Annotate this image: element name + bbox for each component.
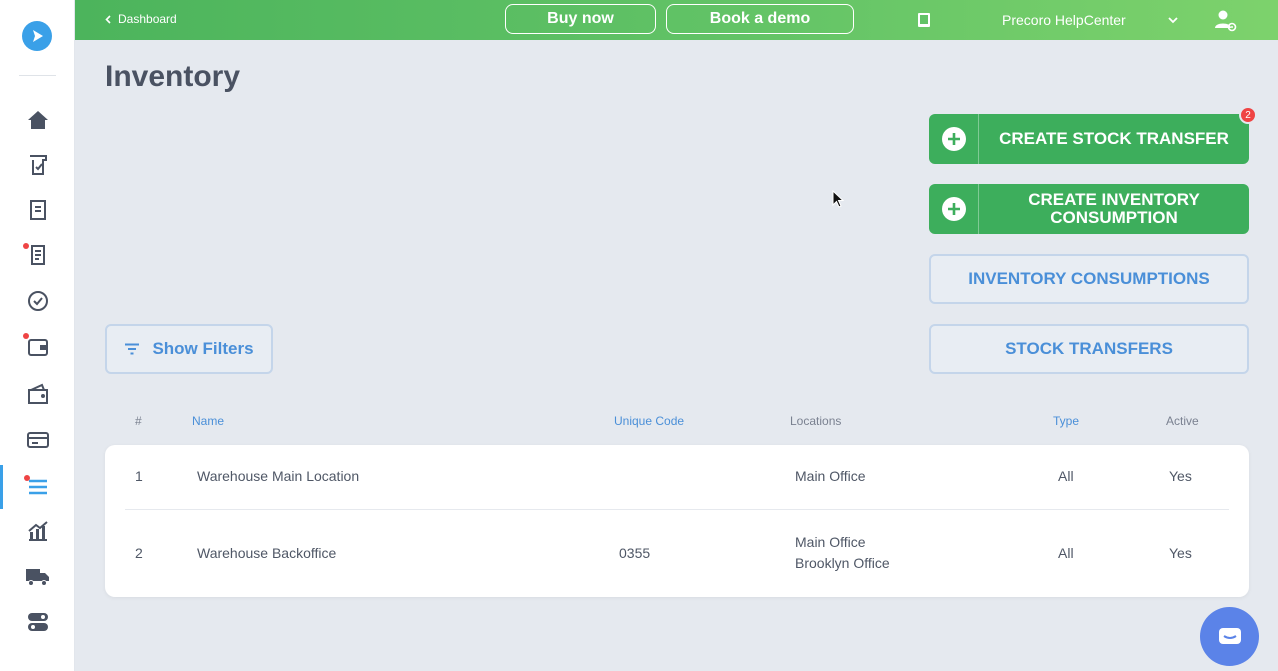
- row-location: Main Office: [795, 468, 866, 484]
- notification-badge: 2: [1239, 106, 1257, 124]
- row-location: Main Office: [795, 534, 866, 550]
- row-number: 1: [135, 468, 143, 484]
- help-center-label: Precoro HelpCenter: [1002, 12, 1126, 28]
- inventory-consumptions-button[interactable]: INVENTORY CONSUMPTIONS: [929, 254, 1249, 304]
- sidebar-item-settings[interactable]: [0, 600, 75, 644]
- table-row[interactable]: 1 Warehouse Main Location Main Office Al…: [105, 445, 1249, 510]
- sidebar-item-receipts[interactable]: [0, 233, 75, 277]
- column-header-name[interactable]: Name: [192, 414, 224, 428]
- back-link-label: Dashboard: [118, 12, 177, 26]
- document-check-icon: [29, 155, 47, 175]
- chevron-left-icon: [105, 14, 111, 24]
- row-active: Yes: [1169, 545, 1192, 561]
- column-header-active: Active: [1166, 414, 1199, 428]
- chat-icon: [1218, 627, 1241, 644]
- back-to-dashboard-link[interactable]: Dashboard: [105, 12, 177, 26]
- stock-transfers-button[interactable]: STOCK TRANSFERS: [929, 324, 1249, 374]
- sidebar-item-payments[interactable]: [0, 418, 75, 462]
- sidebar-divider: [19, 75, 56, 76]
- sidebar-item-orders[interactable]: [0, 188, 75, 232]
- show-filters-label: Show Filters: [152, 339, 254, 358]
- create-inventory-consumption-button[interactable]: CREATE INVENTORY CONSUMPTION: [929, 184, 1249, 234]
- credit-card-icon: [26, 432, 49, 448]
- row-name[interactable]: Warehouse Backoffice: [197, 543, 336, 564]
- book-demo-button[interactable]: Book a demo: [666, 4, 854, 34]
- home-icon: [27, 111, 48, 129]
- table-row[interactable]: 2 Warehouse Backoffice 0355 Main Office …: [105, 510, 1249, 597]
- wallet-icon: [27, 339, 48, 356]
- column-header-number: #: [135, 414, 142, 428]
- row-name[interactable]: Warehouse Main Location: [197, 466, 359, 487]
- row-unique-code: 0355: [619, 545, 651, 561]
- sidebar-item-requisitions[interactable]: [0, 143, 75, 187]
- book-icon[interactable]: [917, 12, 931, 33]
- sidebar-item-suppliers[interactable]: [0, 554, 75, 598]
- chart-icon: [27, 521, 48, 541]
- create-stock-transfer-button[interactable]: CREATE STOCK TRANSFER 2: [929, 106, 1257, 164]
- sidebar-item-invoices[interactable]: [0, 324, 75, 368]
- sidebar-item-inventory[interactable]: [0, 465, 75, 509]
- user-settings-icon[interactable]: [1213, 8, 1237, 37]
- sidebar-item-home[interactable]: [0, 98, 75, 142]
- chevron-down-icon: [1168, 16, 1178, 23]
- mouse-cursor-icon: [832, 190, 844, 208]
- top-bar: Dashboard Buy now Book a demo Precoro He…: [75, 0, 1278, 40]
- notification-dot: [23, 333, 29, 339]
- sidebar: [0, 0, 75, 671]
- plus-circle-icon: [929, 184, 979, 234]
- document-icon: [29, 200, 46, 220]
- show-filters-button[interactable]: Show Filters: [105, 324, 273, 374]
- notification-dot: [24, 475, 30, 481]
- create-inventory-consumption-label: CREATE INVENTORY CONSUMPTION: [1028, 190, 1200, 227]
- buy-now-button[interactable]: Buy now: [505, 4, 656, 34]
- page-title: Inventory: [105, 60, 241, 93]
- row-type: All: [1058, 545, 1074, 561]
- plus-circle-icon: [929, 114, 979, 164]
- receipt-icon: [30, 245, 45, 265]
- column-header-locations: Locations: [790, 414, 842, 428]
- check-circle-icon: [27, 291, 48, 311]
- toggle-settings-icon: [27, 613, 48, 631]
- sidebar-item-budgets[interactable]: [0, 372, 75, 416]
- column-header-type[interactable]: Type: [1053, 414, 1079, 428]
- column-header-unique-code[interactable]: Unique Code: [614, 414, 684, 428]
- wallet-icon: [27, 383, 48, 404]
- create-stock-transfer-label: CREATE STOCK TRANSFER: [999, 129, 1229, 148]
- row-active: Yes: [1169, 468, 1192, 484]
- row-type: All: [1058, 468, 1074, 484]
- row-location: Brooklyn Office: [795, 555, 890, 571]
- row-number: 2: [135, 545, 143, 561]
- sidebar-item-analytics[interactable]: [0, 509, 75, 553]
- help-center-dropdown[interactable]: Precoro HelpCenter: [1002, 12, 1178, 28]
- sidebar-item-approvals[interactable]: [0, 279, 75, 323]
- inventory-table: 1 Warehouse Main Location Main Office Al…: [105, 445, 1249, 597]
- filter-icon: [125, 343, 140, 355]
- truck-icon: [25, 569, 49, 586]
- notification-dot: [23, 243, 29, 249]
- app-logo[interactable]: [22, 21, 52, 51]
- chat-widget-button[interactable]: [1200, 607, 1259, 666]
